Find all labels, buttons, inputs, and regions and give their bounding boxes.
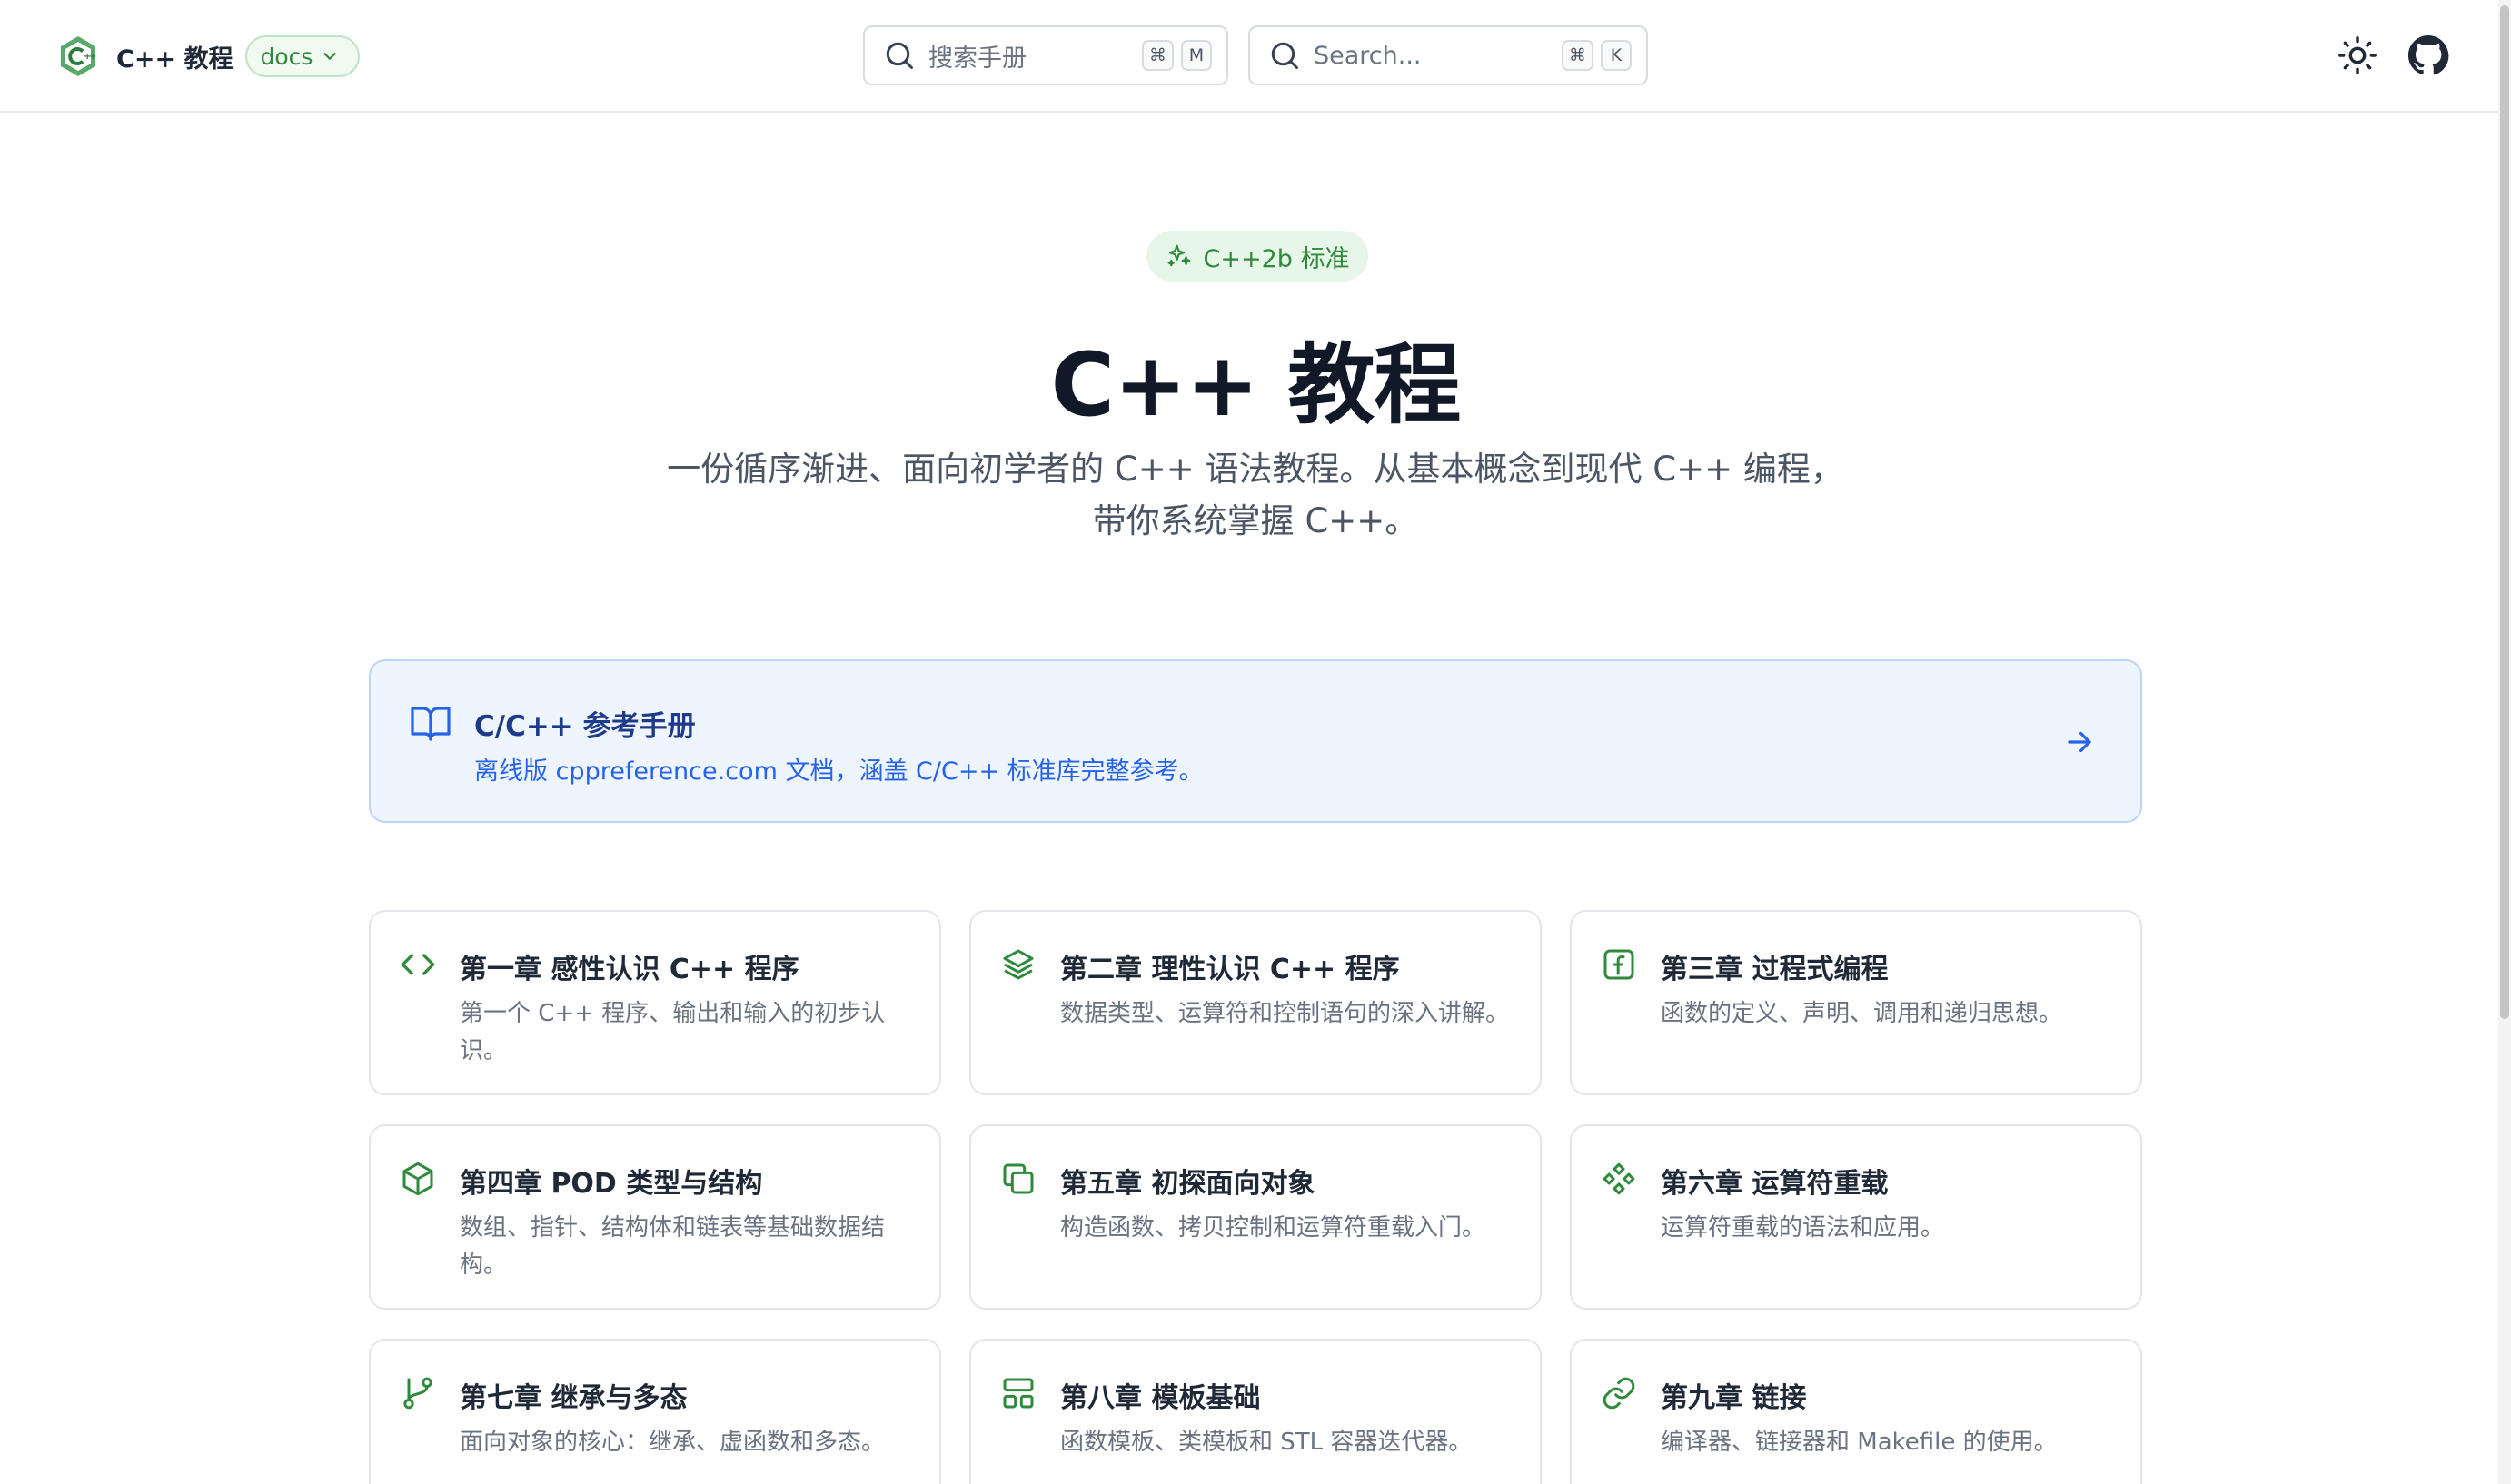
link-icon bbox=[1603, 1377, 1635, 1410]
reference-description: 离线版 cppreference.com 文档，涵盖 C/C++ 标准库完整参考… bbox=[474, 757, 1204, 786]
chapter-card-4[interactable]: 第四章 POD 类型与结构 数组、指针、结构体和链表等基础数据结构。 bbox=[369, 1124, 941, 1310]
reference-title: C/C++ 参考手册 bbox=[474, 710, 696, 743]
chapter-title: 第四章 POD 类型与结构 bbox=[460, 1168, 763, 1200]
top-navbar: + + C++ 教程 docs 搜索手册 ⌘ M Search... ⌘ K bbox=[0, 0, 2511, 113]
site-search-placeholder: Search... bbox=[1314, 41, 1422, 70]
layers-icon bbox=[1003, 949, 1034, 980]
chevron-down-icon bbox=[323, 53, 337, 60]
copy-icon bbox=[1003, 1163, 1034, 1194]
page: + + C++ 教程 docs 搜索手册 ⌘ M Search... ⌘ K C… bbox=[0, 0, 2511, 1484]
search-icon bbox=[1271, 42, 1298, 69]
chapter-description: 构造函数、拷贝控制和运算符重载入门。 bbox=[1060, 1214, 1486, 1242]
site-title: C++ 教程 bbox=[116, 45, 233, 74]
reference-manual-card[interactable]: C/C++ 参考手册 离线版 cppreference.com 文档，涵盖 C/… bbox=[369, 659, 2142, 823]
shortcut-key-cmd: ⌘ bbox=[1142, 40, 1174, 71]
function-icon bbox=[1603, 949, 1634, 980]
cpp-logo-icon: + + bbox=[61, 36, 96, 76]
chapter-title: 第二章 理性认识 C++ 程序 bbox=[1060, 954, 1400, 985]
chapter-description: 数组、指针、结构体和链表等基础数据结构。 bbox=[460, 1214, 886, 1279]
chapter-description: 编译器、链接器和 Makefile 的使用。 bbox=[1661, 1429, 2058, 1456]
version-label: docs bbox=[260, 43, 313, 70]
arrow-right-icon bbox=[2068, 731, 2091, 753]
scrollbar-track[interactable] bbox=[2498, 0, 2511, 1484]
layout-icon bbox=[1003, 1378, 1034, 1409]
chapter-title: 第五章 初探面向对象 bbox=[1060, 1168, 1315, 1200]
component-icon bbox=[1603, 1162, 1635, 1195]
sparkles-icon bbox=[1167, 244, 1190, 267]
search-icon bbox=[886, 42, 913, 69]
sun-icon[interactable] bbox=[2337, 35, 2378, 76]
version-dropdown[interactable]: docs bbox=[245, 35, 361, 77]
chapter-card-3[interactable]: 第三章 过程式编程 函数的定义、声明、调用和递归思想。 bbox=[1570, 910, 2142, 1095]
book-open-icon bbox=[411, 707, 451, 741]
chapter-description: 数据类型、运算符和控制语句的深入讲解。 bbox=[1060, 1000, 1510, 1027]
shortcut-key-k: K bbox=[1601, 40, 1632, 71]
chapter-description: 运算符重载的语法和应用。 bbox=[1661, 1214, 1945, 1242]
chapter-card-5[interactable]: 第五章 初探面向对象 构造函数、拷贝控制和运算符重载入门。 bbox=[969, 1124, 1542, 1310]
chapter-description: 函数的定义、声明、调用和递归思想。 bbox=[1661, 1000, 2063, 1027]
page-description: 一份循序渐进、面向初学者的 C++ 语法教程。从基本概念到现代 C++ 编程，带… bbox=[667, 450, 1844, 540]
chapter-title: 第七章 继承与多态 bbox=[460, 1382, 688, 1414]
chapter-card-1[interactable]: 第一章 感性认识 C++ 程序 第一个 C++ 程序、输出和输入的初步认识。 bbox=[369, 910, 941, 1095]
standard-badge-label: C++2b 标准 bbox=[1203, 244, 1350, 273]
chapter-title: 第八章 模板基础 bbox=[1060, 1382, 1261, 1414]
scrollbar-thumb[interactable] bbox=[2500, 5, 2509, 1019]
brand[interactable]: + + C++ 教程 docs bbox=[56, 33, 361, 80]
git-branch-icon bbox=[403, 1377, 432, 1410]
chapter-card-2[interactable]: 第二章 理性认识 C++ 程序 数据类型、运算符和控制语句的深入讲解。 bbox=[969, 910, 1542, 1095]
code-icon bbox=[401, 954, 435, 975]
shortcut-key-cmd: ⌘ bbox=[1562, 40, 1593, 71]
chapter-title: 第一章 感性认识 C++ 程序 bbox=[460, 954, 799, 985]
chapter-card-9[interactable]: 第九章 链接 编译器、链接器和 Makefile 的使用。 bbox=[1570, 1339, 2142, 1484]
box-icon bbox=[402, 1162, 433, 1196]
chapter-card-6[interactable]: 第六章 运算符重载 运算符重载的语法和应用。 bbox=[1570, 1124, 2142, 1310]
github-icon[interactable] bbox=[2407, 35, 2449, 76]
shortcut-key-m: M bbox=[1181, 40, 1212, 71]
manual-search-placeholder: 搜索手册 bbox=[928, 44, 1027, 73]
page-title: C++ 教程 bbox=[1050, 334, 1462, 436]
chapter-description: 第一个 C++ 程序、输出和输入的初步认识。 bbox=[460, 1000, 886, 1064]
chapter-title: 第三章 过程式编程 bbox=[1661, 954, 1889, 985]
chapter-title: 第九章 链接 bbox=[1661, 1382, 1807, 1414]
chapter-description: 面向对象的核心：继承、虚函数和多态。 bbox=[460, 1429, 886, 1456]
svg-text:+: + bbox=[89, 52, 96, 62]
chapter-title: 第六章 运算符重载 bbox=[1661, 1168, 1889, 1200]
standard-badge: C++2b 标准 bbox=[1146, 231, 1368, 282]
chapter-card-7[interactable]: 第七章 继承与多态 面向对象的核心：继承、虚函数和多态。 bbox=[369, 1339, 941, 1484]
chapter-description: 函数模板、类模板和 STL 容器迭代器。 bbox=[1060, 1429, 1473, 1456]
site-search-input[interactable]: Search... ⌘ K bbox=[1248, 25, 1648, 85]
manual-search-input[interactable]: 搜索手册 ⌘ M bbox=[863, 25, 1228, 85]
chapter-card-8[interactable]: 第八章 模板基础 函数模板、类模板和 STL 容器迭代器。 bbox=[969, 1339, 1542, 1484]
